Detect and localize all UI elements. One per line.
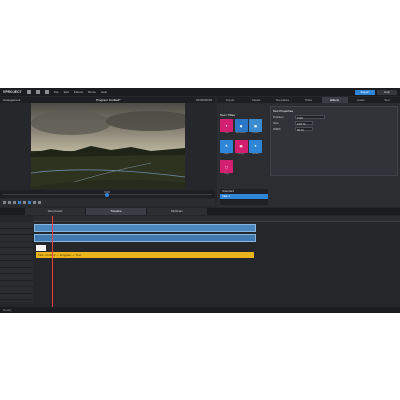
monitor-left-label[interactable]: Arrangement (3, 98, 20, 102)
track-header[interactable] (0, 294, 33, 300)
crop-icon: ⬚ (220, 160, 233, 173)
menu-effects[interactable]: Effects (74, 90, 83, 94)
tab-multicam[interactable]: Multicam (147, 208, 207, 215)
menu-movie[interactable]: Movie (88, 90, 96, 94)
cut-icon[interactable] (3, 201, 6, 204)
tab-media[interactable]: Media (243, 97, 269, 103)
zoom-icon[interactable] (33, 201, 36, 204)
tile-motion[interactable]: ✈ Motion (249, 139, 262, 159)
text-icon: T (220, 119, 233, 132)
audio-clip[interactable] (34, 234, 256, 242)
title-clip[interactable]: Title: Untitled — Eingabe — Text (36, 252, 254, 258)
save-icon[interactable] (44, 90, 49, 94)
tile-frame-label: Frame (252, 132, 259, 134)
tile-crop-label: Crop (224, 173, 229, 175)
size-label: Size (273, 121, 279, 125)
tile-frame[interactable]: ▣ Frame (249, 119, 262, 138)
list-item[interactable]: Title 1 (220, 194, 268, 199)
video-preview[interactable] (31, 103, 185, 189)
tile-text[interactable]: T Text (220, 119, 233, 138)
title-list: Standard Title 1 (220, 189, 268, 205)
tab-audio[interactable]: Audio (348, 97, 374, 103)
help-button[interactable]: Help (377, 89, 397, 95)
width-label: Width (273, 127, 281, 131)
undo-icon[interactable] (8, 201, 11, 204)
menu-edit[interactable]: Edit (64, 90, 69, 94)
text-properties: Text Properties Position 0.00 Size 100 % W… (270, 106, 398, 176)
position-label: Position (273, 115, 284, 119)
menu-help[interactable]: Help (101, 90, 107, 94)
design-icon: ▤ (234, 139, 248, 153)
export-button[interactable]: Export (355, 89, 375, 95)
tile-styles[interactable]: ✎ Styles (220, 139, 233, 159)
select-tool-icon[interactable] (18, 201, 21, 204)
pen-icon: ✎ (220, 139, 233, 153)
timeline-area: Storyboard Timeline Multicam Title: Unti… (0, 208, 400, 308)
tile-animation[interactable]: ◉ Animation (234, 119, 248, 138)
timeline-ruler[interactable] (33, 216, 400, 222)
tile-motion-label: Motion (252, 152, 259, 155)
settings-title: Text Properties (273, 109, 294, 113)
section-title: Text / Titles (220, 113, 236, 117)
tile-design-label: Design (237, 152, 245, 155)
effect-tiles: T Text ◉ Animation ▣ Frame ✎ Styles ▤ Design … (220, 119, 264, 179)
status-bar: Ready (0, 307, 400, 313)
new-file-icon[interactable] (26, 90, 31, 94)
tile-design[interactable]: ▤ Design (234, 139, 248, 159)
monitor-timecode: 00:00:00:00 (196, 98, 212, 102)
tab-import[interactable]: Import (217, 97, 243, 103)
app-logo: VPROJECT (3, 90, 22, 94)
white-clip[interactable] (36, 245, 46, 251)
scrubber-handle[interactable] (105, 192, 109, 197)
size-field[interactable]: 100 % (295, 121, 313, 126)
tab-storyboard[interactable]: Storyboard (25, 208, 85, 215)
tab-titles[interactable]: Titles (295, 97, 321, 103)
panel-tabs: Import Media Templates Titles Effects Au… (217, 97, 400, 103)
monitor-title: Program: Untitled* (95, 98, 121, 102)
tile-styles-label: Styles (223, 152, 230, 155)
editor-window: VPROJECT File Edit Effects Movie Help Ex… (0, 88, 400, 313)
animation-icon: ◉ (234, 119, 248, 132)
tab-timeline[interactable]: Timeline (86, 208, 146, 215)
track-headers (0, 222, 33, 302)
edit-toolbar (0, 199, 215, 206)
width-field[interactable]: 50 % (295, 127, 313, 132)
tab-effects[interactable]: Effects (321, 97, 348, 103)
plane-icon: ✈ (249, 139, 262, 153)
marker-icon[interactable] (38, 201, 41, 204)
menu-file[interactable]: File (54, 90, 59, 94)
tab-templates[interactable]: Templates (269, 97, 295, 103)
menu-bar: File Edit Effects Movie Help (54, 90, 107, 94)
frame-icon: ▣ (249, 119, 262, 132)
magnet-icon[interactable] (28, 201, 31, 204)
timeline-tabs: Storyboard Timeline Multicam (0, 208, 400, 215)
title-bar: VPROJECT File Edit Effects Movie Help Ex… (0, 88, 400, 96)
tab-text[interactable]: Text (374, 97, 400, 103)
tile-crop[interactable]: ⬚ Crop (220, 160, 233, 179)
redo-icon[interactable] (13, 201, 16, 204)
video-clip[interactable] (34, 224, 256, 232)
tile-animation-label: Animation (236, 132, 246, 134)
open-file-icon[interactable] (35, 90, 40, 94)
media-pool-panel: Import Media Templates Titles Effects Au… (217, 97, 400, 207)
playhead[interactable] (52, 216, 53, 308)
tile-text-label: Text (224, 132, 229, 134)
title-clip-label: Title: Untitled — Eingabe — Text (38, 253, 82, 257)
split-icon[interactable] (23, 201, 26, 204)
position-field[interactable]: 0.00 (295, 115, 325, 120)
